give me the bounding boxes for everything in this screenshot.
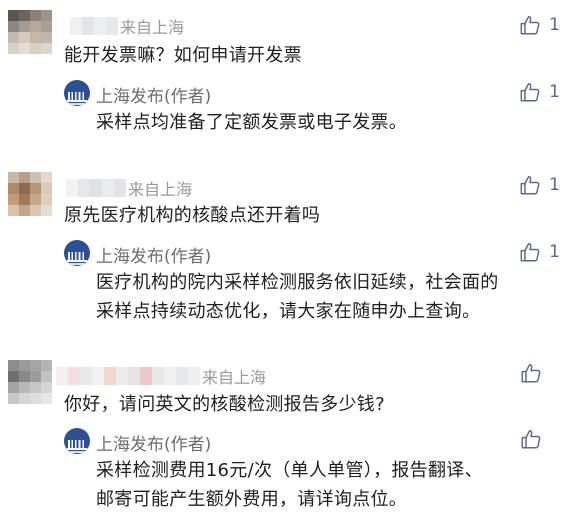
avatar[interactable] [8, 172, 52, 216]
comment-text-line: 能开发票嘛？如何申请开发票 [64, 45, 302, 66]
author-name[interactable]: 上海发布(作者) [96, 430, 211, 455]
author-name[interactable]: 上海发布(作者) [96, 82, 211, 107]
like-count: 1 [549, 175, 560, 195]
like-button[interactable] [520, 428, 560, 450]
comment-location: 来自上海 [202, 368, 267, 387]
author-logo[interactable] [64, 428, 90, 454]
reply-text-line: 邮寄可能产生额外费用，请详询点位。 [96, 489, 408, 510]
author-logo[interactable] [64, 240, 90, 266]
like-button[interactable]: 1 [519, 81, 560, 103]
avatar[interactable] [8, 10, 52, 54]
reply-text-line: 医疗机构的院内采样检测服务依旧延续，社会面的 [96, 272, 499, 293]
avatar[interactable] [8, 360, 52, 404]
blurred-username[interactable] [70, 17, 118, 35]
comment-location: 来自上海 [120, 18, 185, 37]
author-logo[interactable] [64, 80, 90, 106]
thumbs-up-icon [520, 83, 540, 102]
comment-text: 原先医疗机构的核酸点还开着吗 [64, 201, 320, 230]
like-button[interactable]: 1 [519, 174, 560, 196]
thumbs-up-icon [520, 16, 540, 35]
thumbs-up-icon [520, 243, 540, 262]
reply-text: 医疗机构的院内采样检测服务依旧延续，社会面的 采样点持续动态优化，请大家在随申办… [96, 268, 499, 326]
thumbs-up-icon [521, 364, 541, 383]
comment-text: 你好，请问英文的核酸检测报告多少钱? [64, 390, 385, 419]
reply-text-line: 采样检测费用16元/次（单人单管），报告翻译、 [96, 460, 483, 481]
comment-location: 来自上海 [128, 180, 193, 199]
like-button[interactable] [520, 362, 560, 384]
like-button[interactable]: 1 [519, 241, 560, 263]
like-count: 1 [549, 242, 560, 262]
blurred-username[interactable] [66, 179, 126, 197]
reply-text: 采样点均准备了定额发票或电子发票。 [96, 108, 407, 137]
reply-text: 采样检测费用16元/次（单人单管），报告翻译、 邮寄可能产生额外费用，请详询点位… [96, 456, 483, 514]
thumbs-up-icon [521, 430, 541, 449]
reply-text-line: 采样点均准备了定额发票或电子发票。 [96, 112, 408, 133]
blurred-username[interactable] [56, 367, 200, 385]
like-button[interactable]: 1 [519, 14, 560, 36]
reply-text-line: 采样点持续动态优化，请大家在随申办上查询。 [96, 301, 481, 322]
like-count: 1 [549, 82, 560, 102]
author-name[interactable]: 上海发布(作者) [96, 242, 211, 267]
like-count: 1 [549, 15, 560, 35]
comment-text: 能开发票嘛？如何申请开发票 [64, 41, 302, 70]
comment-text-line: 你好，请问英文的核酸检测报告多少钱? [64, 394, 385, 415]
comment-text-line: 原先医疗机构的核酸点还开着吗 [64, 205, 321, 226]
thumbs-up-icon [520, 176, 540, 195]
